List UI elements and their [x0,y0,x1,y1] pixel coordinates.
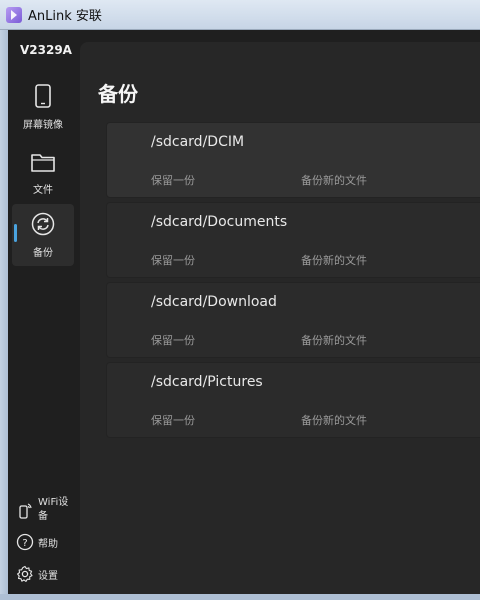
settings-label: 设置 [38,570,58,582]
sidebar-item-mirror[interactable]: 屏幕镜像 [12,76,74,138]
sidebar-item-files[interactable]: 文件 [12,142,74,204]
backup-card-dcim[interactable]: /sdcard/DCIM 保留一份 备份新的文件 [106,122,480,198]
sidebar-item-label: 备份 [33,247,53,259]
title-bar[interactable]: AnLink 安联 [0,0,480,30]
gear-icon [16,565,34,583]
backup-retention: 保留一份 [151,334,195,347]
folder-icon [30,151,56,177]
backup-path: /sdcard/Pictures [151,374,263,390]
help-button[interactable]: ? 帮助 [16,533,58,551]
backup-path: /sdcard/DCIM [151,134,245,150]
wifi-devices-label: WiFi设备 [38,497,69,522]
backup-retention: 保留一份 [151,174,195,187]
backup-mode: 备份新的文件 [301,174,367,187]
page-title: 备份 [98,82,138,106]
phone-icon [34,83,52,112]
sidebar-item-label: 屏幕镜像 [23,119,63,131]
backup-retention: 保留一份 [151,254,195,267]
app-window: V2329A 屏幕镜像 文件 备份 WiFi设备 ? 帮助 设置 备份 /sdc… [8,30,480,594]
backup-card-pictures[interactable]: /sdcard/Pictures 保留一份 备份新的文件 [106,362,480,438]
help-label: 帮助 [38,538,58,550]
wifi-devices-button[interactable]: WiFi设备 [16,496,72,524]
backup-mode: 备份新的文件 [301,254,367,267]
device-name: V2329A [20,43,72,57]
backup-path: /sdcard/Documents [151,214,288,230]
window-frame-left [0,30,8,600]
backup-card-documents[interactable]: /sdcard/Documents 保留一份 备份新的文件 [106,202,480,278]
sync-icon [31,212,55,240]
sidebar-item-backup[interactable]: 备份 [12,204,74,266]
main-panel: 备份 /sdcard/DCIM 保留一份 备份新的文件 /sdcard/Docu… [80,42,480,594]
sidebar-item-label: 文件 [33,184,53,196]
wifi-phone-icon [16,501,34,519]
backup-mode: 备份新的文件 [301,334,367,347]
svg-text:?: ? [22,538,27,549]
backup-mode: 备份新的文件 [301,414,367,427]
sidebar: V2329A 屏幕镜像 文件 备份 WiFi设备 ? 帮助 设置 [8,30,80,594]
backup-card-download[interactable]: /sdcard/Download 保留一份 备份新的文件 [106,282,480,358]
window-frame-bottom [0,594,480,600]
backup-retention: 保留一份 [151,414,195,427]
app-logo-icon [6,6,22,23]
help-icon: ? [16,533,34,551]
settings-button[interactable]: 设置 [16,565,58,583]
window-title: AnLink 安联 [28,9,102,24]
backup-path: /sdcard/Download [151,294,277,310]
active-indicator [14,224,17,242]
